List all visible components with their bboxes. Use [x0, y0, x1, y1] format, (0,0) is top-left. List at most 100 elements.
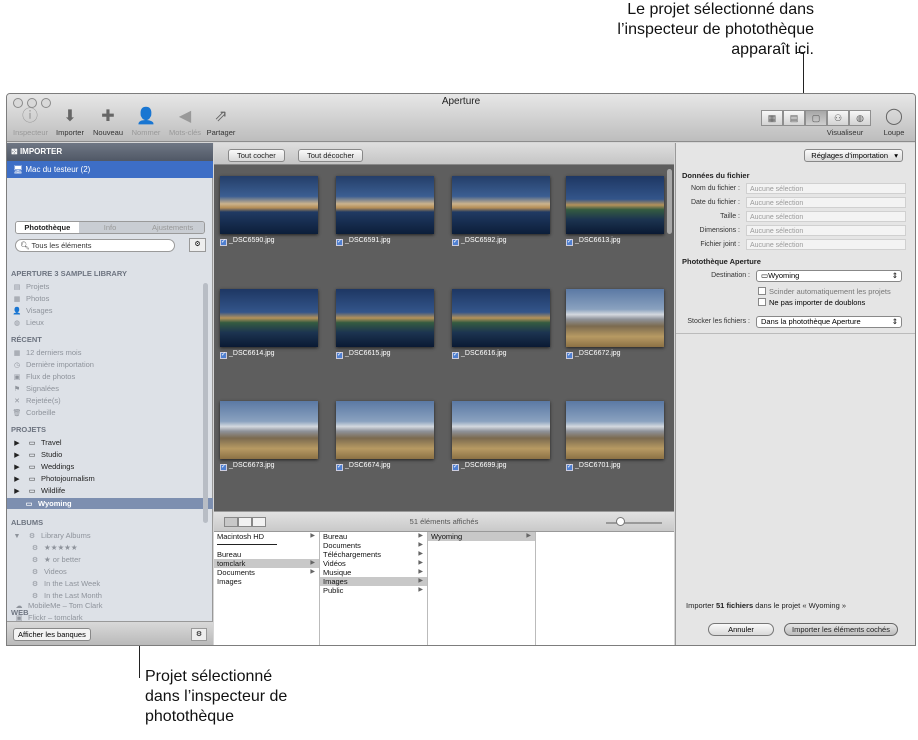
- photo-thumbnail[interactable]: ✓ _DSC6592.jpg: [452, 176, 550, 246]
- photo-thumbnail[interactable]: ✓ _DSC6615.jpg: [336, 289, 434, 359]
- action-menu-button[interactable]: ⚙: [189, 238, 206, 252]
- photo-image[interactable]: [336, 176, 434, 234]
- library-item-faces[interactable]: 👤 Visages: [11, 305, 53, 316]
- photo-thumbnail[interactable]: ✓ _DSC6591.jpg: [336, 176, 434, 246]
- disclosure-triangle-icon[interactable]: ▶: [11, 462, 23, 473]
- photo-image[interactable]: [220, 289, 318, 347]
- photo-checkbox[interactable]: ✓: [336, 352, 343, 359]
- tab-info[interactable]: Info: [78, 222, 142, 233]
- photo-checkbox[interactable]: ✓: [452, 464, 459, 471]
- photo-checkbox[interactable]: ✓: [452, 239, 459, 246]
- keywords-button[interactable]: ◀ Mots-clés: [165, 108, 205, 142]
- recent-item[interactable]: ▦ 12 derniers mois: [11, 347, 82, 358]
- browser-item[interactable]: Vidéos ▶: [320, 559, 427, 568]
- split-projects-checkbox[interactable]: Scinder automatiquement les projets: [758, 287, 891, 297]
- photo-thumbnail[interactable]: ✓ _DSC6616.jpg: [452, 289, 550, 359]
- project-item[interactable]: ▶ ▭ Wildlife: [11, 485, 65, 496]
- thumbnail-size-slider[interactable]: [606, 522, 662, 524]
- new-button[interactable]: ✚ Nouveau: [91, 108, 125, 142]
- action-menu-button[interactable]: ⚙: [191, 628, 207, 641]
- share-button[interactable]: ⇗ Partager: [205, 108, 237, 142]
- photo-checkbox[interactable]: ✓: [220, 352, 227, 359]
- browser-view-icon[interactable]: ▦: [761, 110, 783, 126]
- photo-checkbox[interactable]: ✓: [452, 352, 459, 359]
- photo-checkbox[interactable]: ✓: [336, 464, 343, 471]
- viewer-view-icon[interactable]: ▢: [805, 110, 827, 126]
- photo-checkbox[interactable]: ✓: [220, 464, 227, 471]
- photo-image[interactable]: [452, 289, 550, 347]
- browser-item[interactable]: Images: [214, 577, 319, 586]
- device-item[interactable]: 🖥 Mac du testeur (2): [7, 161, 213, 178]
- uncheck-all-button[interactable]: Tout décocher: [298, 149, 364, 162]
- photo-thumbnail[interactable]: ✓ _DSC6613.jpg: [566, 176, 664, 246]
- photo-checkbox[interactable]: ✓: [566, 464, 573, 471]
- disclosure-triangle-icon[interactable]: ▶: [11, 450, 23, 461]
- browser-item[interactable]: Macintosh HD ▶: [214, 532, 319, 541]
- library-item-places[interactable]: ◍ Lieux: [11, 317, 44, 328]
- album-item[interactable]: ⚙ ★★★★★: [29, 542, 78, 553]
- close-importer-icon[interactable]: ⊠: [11, 147, 20, 156]
- inspector-button[interactable]: ⓘ Inspecteur: [13, 108, 48, 142]
- library-item-projects[interactable]: ▤ Projets: [11, 281, 50, 292]
- photo-thumbnail[interactable]: ✓ _DSC6614.jpg: [220, 289, 318, 359]
- browser-item[interactable]: Bureau: [214, 550, 319, 559]
- web-item[interactable]: ▣ Flickr – tomclark: [13, 612, 83, 623]
- recent-item[interactable]: ▣ Flux de photos: [11, 371, 76, 382]
- browser-item[interactable]: Public ▶: [320, 586, 427, 595]
- library-search-input[interactable]: 🔍︎ Tous les éléments: [15, 239, 175, 252]
- import-settings-popup[interactable]: Réglages d’importation ▾: [804, 149, 903, 162]
- photo-checkbox[interactable]: ✓: [566, 239, 573, 246]
- photo-thumbnail[interactable]: ✓ _DSC6590.jpg: [220, 176, 318, 246]
- import-button[interactable]: ⬇ Importer: [53, 108, 87, 142]
- cancel-button[interactable]: Annuler: [708, 623, 774, 636]
- project-item-selected[interactable]: ▭ Wyoming: [7, 498, 213, 509]
- project-item[interactable]: ▶ ▭ Studio: [11, 449, 62, 460]
- library-item-photos[interactable]: ▦ Photos: [11, 293, 50, 304]
- browser-item[interactable]: Wyoming ▶: [428, 532, 535, 541]
- slider-knob[interactable]: [616, 517, 625, 526]
- album-folder[interactable]: ▼ ⚙ Library Albums: [11, 530, 91, 541]
- photo-image[interactable]: [566, 401, 664, 459]
- photo-image[interactable]: [452, 401, 550, 459]
- grid-scrollbar[interactable]: [667, 169, 672, 234]
- browser-item[interactable]: Musique ▶: [320, 568, 427, 577]
- recent-item[interactable]: ⚑ Signalées: [11, 383, 59, 394]
- disclosure-triangle-icon[interactable]: ▶: [11, 486, 23, 497]
- tab-library[interactable]: Photothèque: [16, 222, 79, 233]
- project-item[interactable]: ▶ ▭ Photojournalism: [11, 473, 94, 485]
- disclosure-triangle-icon[interactable]: ▼: [11, 531, 23, 542]
- photo-image[interactable]: [220, 401, 318, 459]
- photo-thumbnail[interactable]: ✓ _DSC6672.jpg: [566, 289, 664, 359]
- disclosure-triangle-icon[interactable]: ▶: [11, 438, 23, 449]
- browser-item[interactable]: Bureau ▶: [320, 532, 427, 541]
- browser-item[interactable]: Téléchargements ▶: [320, 550, 427, 559]
- browser-item[interactable]: Documents ▶: [214, 568, 319, 577]
- photo-checkbox[interactable]: ✓: [336, 239, 343, 246]
- photo-image[interactable]: [566, 176, 664, 234]
- album-item[interactable]: ⚙ Videos: [29, 566, 67, 577]
- photo-image[interactable]: [336, 289, 434, 347]
- split-view-icon[interactable]: ▤: [783, 110, 805, 126]
- tab-adjustments[interactable]: Ajustements: [141, 222, 204, 233]
- store-files-popup[interactable]: Dans la photothèque Aperture ⇕: [756, 316, 902, 328]
- show-vaults-button[interactable]: Afficher les banques: [13, 628, 91, 641]
- photo-image[interactable]: [452, 176, 550, 234]
- photo-thumbnail[interactable]: ✓ _DSC6673.jpg: [220, 401, 318, 471]
- places-view-icon[interactable]: ◍: [849, 110, 871, 126]
- photo-checkbox[interactable]: ✓: [566, 352, 573, 359]
- photo-image[interactable]: [220, 176, 318, 234]
- web-item[interactable]: ☁ MobileMe – Tom Clark: [13, 600, 103, 611]
- album-item[interactable]: ⚙ In the Last Week: [29, 578, 100, 589]
- photo-image[interactable]: [336, 401, 434, 459]
- left-scrollbar[interactable]: [203, 283, 208, 523]
- disclosure-triangle-icon[interactable]: ▶: [11, 474, 23, 485]
- import-checked-button[interactable]: Importer les éléments cochés: [784, 623, 898, 636]
- destination-popup[interactable]: ▭Wyoming ⇕: [756, 270, 902, 282]
- photo-thumbnail[interactable]: ✓ _DSC6699.jpg: [452, 401, 550, 471]
- photo-image[interactable]: [566, 289, 664, 347]
- name-button[interactable]: 👤 Nommer: [129, 108, 163, 142]
- no-duplicates-checkbox[interactable]: Ne pas importer de doublons: [758, 298, 865, 308]
- recent-item[interactable]: ✕ Rejetée(s): [11, 395, 61, 406]
- loupe-button[interactable]: ◯ Loupe: [877, 108, 911, 142]
- project-item[interactable]: ▶ ▭ Travel: [11, 437, 61, 449]
